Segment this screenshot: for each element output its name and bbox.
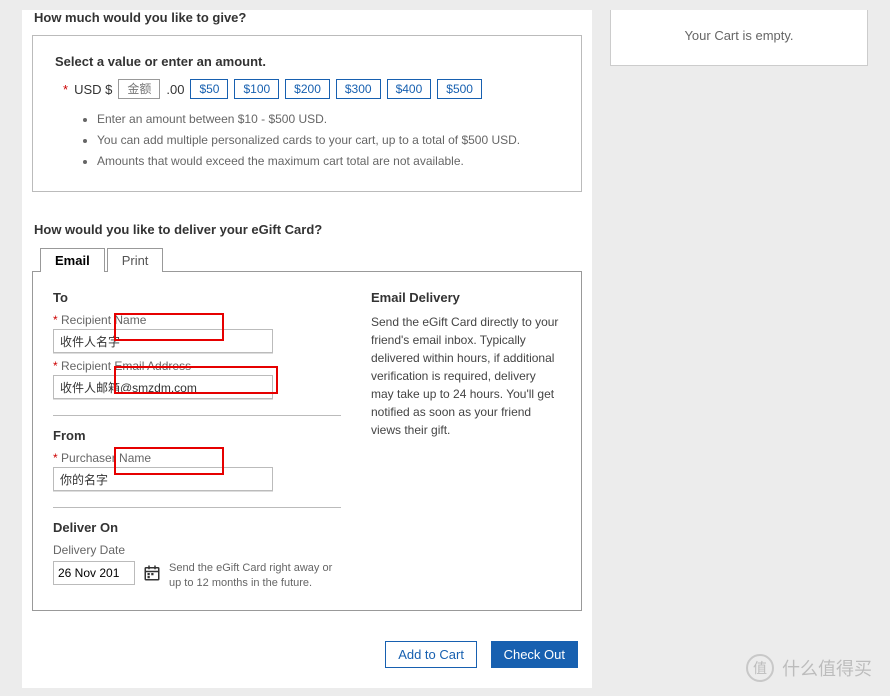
amount-section-title: How much would you like to give? — [34, 10, 592, 25]
recipient-name-input[interactable] — [53, 329, 273, 353]
calendar-icon[interactable] — [143, 564, 161, 582]
delivery-section-title: How would you like to deliver your eGift… — [34, 222, 592, 237]
tab-email[interactable]: Email — [40, 248, 105, 272]
recipient-email-input[interactable] — [53, 375, 273, 399]
email-delivery-desc: Send the eGift Card directly to your fri… — [371, 313, 561, 439]
currency-label: USD $ — [74, 82, 112, 97]
watermark: 值 什么值得买 — [746, 654, 872, 682]
delivery-date-row: Send the eGift Card right away or up to … — [53, 561, 341, 590]
recipient-name-label: * Recipient Name — [53, 313, 341, 327]
delivery-date-label: Delivery Date — [53, 543, 341, 557]
delivery-tabs: Email Print — [40, 247, 592, 271]
amount-input[interactable] — [118, 79, 160, 99]
amount-preset-500[interactable]: $500 — [437, 79, 482, 99]
amount-row: * USD $ .00 $50 $100 $200 $300 $400 $500 — [63, 79, 559, 99]
amount-preset-200[interactable]: $200 — [285, 79, 330, 99]
required-asterisk: * — [63, 82, 68, 97]
cart-sidebar: Your Cart is empty. — [610, 10, 868, 66]
watermark-icon: 值 — [746, 654, 774, 682]
amount-box: Select a value or enter an amount. * USD… — [32, 35, 582, 192]
purchaser-name-label: * Purchaser Name — [53, 451, 341, 465]
amount-rule: Amounts that would exceed the maximum ca… — [97, 153, 559, 170]
amount-preset-100[interactable]: $100 — [234, 79, 279, 99]
recipient-email-label: * Recipient Email Address — [53, 359, 341, 373]
amount-rule: You can add multiple personalized cards … — [97, 132, 559, 149]
divider — [53, 415, 341, 416]
tab-content-email: To * Recipient Name * Recipient Email Ad… — [32, 271, 582, 611]
info-column: Email Delivery Send the eGift Card direc… — [371, 290, 561, 590]
from-heading: From — [53, 428, 341, 443]
cart-empty-text: Your Cart is empty. — [684, 28, 793, 43]
amount-header: Select a value or enter an amount. — [55, 54, 559, 69]
add-to-cart-button[interactable]: Add to Cart — [385, 641, 477, 668]
amount-preset-300[interactable]: $300 — [336, 79, 381, 99]
form-column: To * Recipient Name * Recipient Email Ad… — [53, 290, 341, 590]
deliver-on-heading: Deliver On — [53, 520, 341, 535]
amount-rule: Enter an amount between $10 - $500 USD. — [97, 111, 559, 128]
amount-preset-50[interactable]: $50 — [190, 79, 228, 99]
purchaser-name-input[interactable] — [53, 467, 273, 491]
delivery-date-input[interactable] — [53, 561, 135, 585]
check-out-button[interactable]: Check Out — [491, 641, 578, 668]
main-form: How much would you like to give? Select … — [22, 10, 592, 688]
amount-preset-400[interactable]: $400 — [387, 79, 432, 99]
to-heading: To — [53, 290, 341, 305]
tab-print[interactable]: Print — [107, 248, 164, 272]
amount-rules-list: Enter an amount between $10 - $500 USD. … — [97, 111, 559, 169]
watermark-text: 什么值得买 — [782, 655, 872, 681]
cents-label: .00 — [166, 82, 184, 97]
divider — [53, 507, 341, 508]
email-delivery-heading: Email Delivery — [371, 290, 561, 305]
delivery-note: Send the eGift Card right away or up to … — [169, 561, 341, 590]
action-buttons: Add to Cart Check Out — [22, 641, 578, 668]
